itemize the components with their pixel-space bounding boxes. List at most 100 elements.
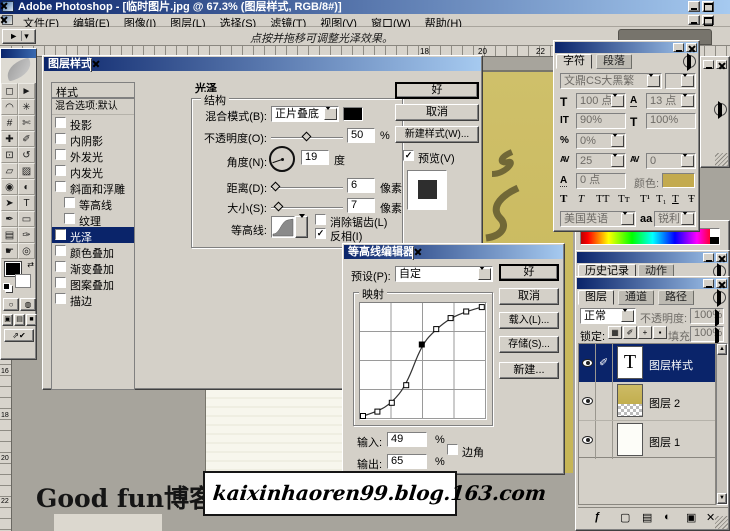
layer-row-2[interactable]: 图层 2 (579, 382, 715, 420)
blending-options-item[interactable]: 混合选项:默认 (52, 99, 134, 115)
close-icon[interactable] (716, 279, 727, 288)
tab-character[interactable]: 字符 (556, 54, 592, 69)
style-item-stroke[interactable]: 描边 (52, 291, 134, 307)
cancel-button[interactable]: 取消 (499, 288, 559, 305)
add-layer-style-icon[interactable]: ƒ (594, 511, 600, 523)
new-layer-icon[interactable]: ▣ (686, 511, 696, 524)
fullscreen-menubar-button[interactable]: ▤ (14, 314, 25, 326)
adjustment-layer-icon[interactable]: ◐ (664, 511, 671, 523)
checkbox[interactable] (55, 245, 66, 256)
checkbox[interactable] (55, 277, 66, 288)
type-tool[interactable]: T (18, 195, 35, 211)
checkbox[interactable] (55, 181, 66, 192)
minimize-icon[interactable] (703, 279, 714, 288)
font-size-select[interactable]: 100 点 (576, 93, 626, 109)
visibility-eye-icon[interactable] (582, 436, 593, 444)
close-icon[interactable] (90, 58, 92, 72)
lock-transparency-icon[interactable]: ▦ (608, 326, 622, 339)
layer-thumbnail[interactable] (617, 384, 643, 417)
scroll-down-icon[interactable]: ▼ (717, 493, 727, 504)
opacity-field[interactable]: 100% (690, 308, 724, 324)
dodge-tool[interactable]: ◐ (18, 179, 35, 195)
checkbox[interactable] (64, 197, 75, 208)
palette-menu-icon[interactable] (713, 291, 726, 304)
tab-paths[interactable]: 路径 (658, 290, 694, 305)
contour-picker-arrow[interactable] (295, 216, 308, 238)
faux-italic-button[interactable]: T (578, 193, 584, 205)
proportional-spacing-select[interactable]: 0% (576, 133, 626, 149)
distance-field[interactable]: 6 (347, 178, 375, 193)
hand-tool[interactable]: ☛ (1, 243, 18, 259)
size-field[interactable]: 7 (347, 198, 375, 213)
notes-tool[interactable]: ▤ (1, 227, 18, 243)
scroll-up-icon[interactable]: ▲ (717, 344, 727, 355)
style-item-pattern-overlay[interactable]: 图案叠加 (52, 275, 134, 291)
layer-thumbnail[interactable]: T (617, 346, 643, 379)
chevron-down-icon[interactable] (681, 213, 694, 225)
new-set-icon[interactable]: ▤ (642, 511, 652, 524)
chevron-down-icon[interactable] (647, 75, 660, 87)
cancel-button[interactable]: 取消 (395, 104, 479, 121)
leading-select[interactable]: 13 点 (646, 93, 696, 109)
delete-layer-icon[interactable]: ✕ (706, 511, 715, 524)
preset-select[interactable]: 自定 (395, 266, 493, 282)
style-item-outer-glow[interactable]: 外发光 (52, 147, 134, 163)
close-icon[interactable] (716, 60, 727, 69)
minimize-icon[interactable] (688, 1, 700, 12)
history-titlebar[interactable] (577, 252, 728, 263)
layers-titlebar[interactable] (577, 278, 728, 289)
eyedropper-tool[interactable]: ✑ (18, 227, 35, 243)
chevron-down-icon[interactable] (611, 95, 624, 107)
fill-field[interactable]: 100% (690, 326, 724, 342)
rectangular-marquee-tool[interactable]: ◻ (1, 83, 18, 99)
spinner-icon[interactable] (715, 330, 722, 343)
healing-brush-tool[interactable]: ✚ (1, 131, 18, 147)
eraser-tool[interactable]: ▱ (1, 163, 18, 179)
lock-all-icon[interactable]: ▪ (653, 326, 667, 339)
style-item-drop-shadow[interactable]: 投影 (52, 115, 134, 131)
checkbox[interactable]: ✓ (55, 229, 66, 240)
chevron-down-icon[interactable] (324, 108, 337, 120)
resize-grip[interactable] (715, 516, 728, 529)
blend-mode-select[interactable]: 正常 (580, 308, 636, 324)
font-family-select[interactable]: 文鼎CS大黑繁 (560, 73, 662, 89)
lock-pixels-icon[interactable]: ✐ (623, 326, 637, 339)
load-button[interactable]: 载入(L)... (499, 312, 559, 329)
character-titlebar[interactable] (555, 42, 698, 53)
angle-dial[interactable] (269, 146, 295, 172)
doc-restore-icon[interactable] (702, 15, 714, 25)
superscript-button[interactable]: T¹ (640, 193, 650, 205)
gradient-tool[interactable]: ▨ (18, 163, 35, 179)
checkbox[interactable] (55, 133, 66, 144)
horizontal-scale-field[interactable]: 100% (646, 113, 696, 129)
slice-tool[interactable]: ✄ (18, 115, 35, 131)
preview-checkbox[interactable]: ✓ (403, 150, 414, 161)
chevron-down-icon[interactable] (621, 213, 634, 225)
style-item-gradient-overlay[interactable]: 渐变叠加 (52, 259, 134, 275)
checkbox[interactable] (55, 165, 66, 176)
move-tool[interactable]: ► (18, 83, 35, 99)
ok-button[interactable]: 好 (499, 264, 559, 281)
toolbox-banner[interactable] (1, 49, 36, 58)
angle-field[interactable]: 19 (301, 150, 329, 165)
quickmask-mode-button[interactable]: ◍ (20, 298, 36, 311)
minimize-icon[interactable] (703, 60, 714, 69)
standard-screen-button[interactable]: ▣ (2, 314, 13, 326)
blur-tool[interactable]: ◉ (1, 179, 18, 195)
antialias-select[interactable]: 锐利 (654, 211, 696, 227)
baseline-field[interactable]: 0 点 (576, 173, 626, 189)
shape-tool[interactable]: ▭ (18, 211, 35, 227)
history-brush-tool[interactable]: ↺ (18, 147, 35, 163)
add-mask-icon[interactable]: ▢ (620, 511, 630, 524)
style-item-inner-shadow[interactable]: 内阴影 (52, 131, 134, 147)
palette-menu-icon[interactable] (714, 103, 727, 116)
style-item-color-overlay[interactable]: 颜色叠加 (52, 243, 134, 259)
strikethrough-button[interactable]: Ŧ (688, 193, 695, 205)
opacity-field[interactable]: 50 (347, 128, 375, 143)
tab-layers[interactable]: 图层 (578, 290, 614, 305)
swap-colors-icon[interactable]: ⇄ (27, 260, 34, 269)
checkbox[interactable] (55, 261, 66, 272)
all-caps-button[interactable]: TT (596, 193, 609, 205)
new-style-button[interactable]: 新建样式(W)... (395, 126, 479, 143)
jump-to-imageready-button[interactable]: ⇗✔ (4, 329, 34, 342)
